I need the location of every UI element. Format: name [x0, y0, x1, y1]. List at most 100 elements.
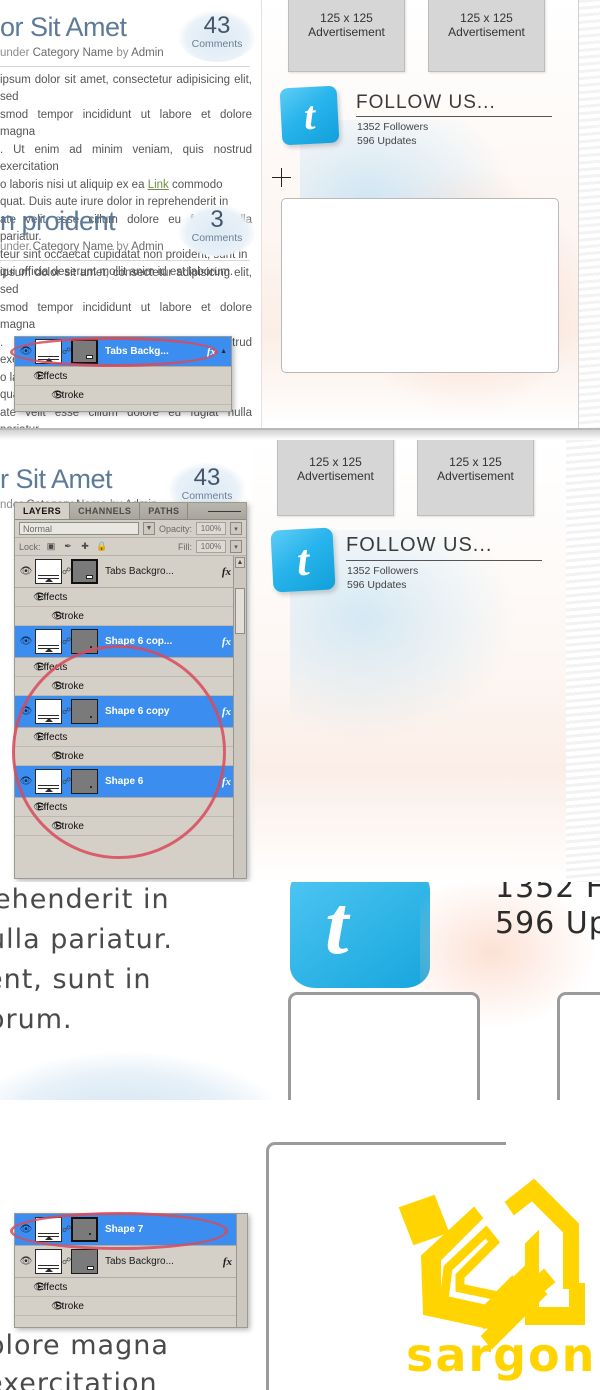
move-lock-icon[interactable]: ✚	[79, 540, 92, 553]
fill-label: Fill:	[178, 541, 192, 552]
post-body-line: ipsum dolor sit amet, consectetur adipis…	[0, 74, 252, 104]
visibility-eye-icon[interactable]: 👁	[15, 732, 46, 743]
comments-badge[interactable]: 43 Comments	[178, 10, 256, 62]
page-right-edge-texture	[578, 0, 600, 428]
layer-effects-row[interactable]: 👁 Effects	[15, 1278, 247, 1297]
visibility-eye-icon[interactable]: 👁	[15, 751, 64, 762]
link-icon[interactable]: ☍	[62, 776, 71, 787]
transparency-lock-icon[interactable]: ▣	[45, 540, 58, 553]
layer-effects-fx-icon[interactable]: fx	[207, 346, 220, 358]
link-icon[interactable]: ☍	[62, 706, 71, 717]
layer-thumbnail	[35, 1249, 62, 1274]
layer-list: 👁 ☍ Tabs Backgro... fx ▲ 👁 Effects 👁 Str…	[15, 556, 246, 863]
layer-row[interactable]: 👁 ☍ Shape 6 fx ▲	[15, 766, 246, 798]
chevron-up-icon[interactable]: ▲	[220, 348, 231, 355]
panel-menu-icon[interactable]	[203, 503, 246, 519]
post-meta-category[interactable]: Category Name	[33, 47, 114, 59]
post-meta-author[interactable]: Admin	[131, 47, 164, 59]
stroke-label: Stroke	[55, 610, 84, 622]
layer-stroke-row[interactable]: 👁 Stroke	[15, 747, 246, 766]
link-icon[interactable]: ☍	[62, 1256, 71, 1267]
fill-stepper-icon[interactable]: ▾	[230, 540, 242, 553]
layer-stroke-row[interactable]: 👁 Stroke	[15, 607, 246, 626]
comments-badge[interactable]: 3 Comments	[178, 204, 256, 256]
ad-slot[interactable]: 125 x 125 Advertisement	[428, 0, 545, 72]
layer-list-scrollbar[interactable]: ▲	[233, 556, 246, 878]
post-meta-category[interactable]: Category Name	[33, 241, 114, 253]
visibility-eye-icon[interactable]: 👁	[15, 611, 64, 622]
visibility-eye-icon[interactable]: 👁	[17, 1256, 35, 1267]
link-icon[interactable]: ☍	[62, 1224, 71, 1235]
visibility-eye-icon[interactable]: 👁	[17, 566, 35, 577]
visibility-eye-icon[interactable]: 👁	[15, 1301, 64, 1312]
visibility-eye-icon[interactable]: 👁	[15, 821, 64, 832]
layer-effects-row[interactable]: 👁 Effects	[15, 658, 246, 677]
link-icon[interactable]: ☍	[62, 566, 71, 577]
layer-effects-row[interactable]: 👁 Effects	[15, 798, 246, 817]
tab-channels[interactable]: CHANNELS	[70, 503, 141, 519]
layer-row[interactable]: 👁 ☍ Shape 6 cop... fx ▲	[15, 626, 246, 658]
layer-row[interactable]: 👁 ☍ Shape 6 copy fx ▲	[15, 696, 246, 728]
ad-caption: Advertisement	[308, 25, 385, 39]
tab-paths[interactable]: PATHS	[140, 503, 189, 519]
post-title: r Sit Amet	[0, 464, 113, 494]
post-meta: under Category Name by Admin	[0, 241, 164, 253]
page-right-edge-rule	[578, 0, 579, 428]
layer-row[interactable]: 👁 ☍ Tabs Backgro... fx ▲	[15, 556, 246, 588]
opacity-stepper-icon[interactable]: ▾	[230, 522, 242, 535]
twitter-icon[interactable]: t	[270, 527, 336, 593]
visibility-eye-icon[interactable]: 👁	[17, 776, 35, 787]
link-icon[interactable]: ☍	[62, 636, 71, 647]
visibility-eye-icon[interactable]: 👁	[15, 802, 46, 813]
link-icon[interactable]: ☍	[62, 346, 71, 357]
layer-thumbnail	[35, 769, 62, 794]
layer-effects-row[interactable]: 👁 Effects	[15, 588, 246, 607]
visibility-eye-icon[interactable]: 👁	[15, 681, 64, 692]
layer-stroke-row[interactable]: 👁 Stroke	[15, 386, 231, 405]
ad-slot[interactable]: 125 x 125 Advertisement	[417, 440, 534, 516]
layer-stroke-row[interactable]: 👁 Stroke	[15, 1297, 247, 1316]
scroll-up-arrow-icon[interactable]: ▲	[235, 557, 245, 568]
layer-effects-fx-icon[interactable]: fx	[223, 1256, 236, 1268]
fill-value[interactable]: 100%	[196, 540, 226, 553]
layer-row[interactable]: 👁 ☍ Tabs Backg... fx ▲	[15, 337, 231, 367]
chevron-down-icon[interactable]: ▼	[142, 522, 155, 535]
visibility-eye-icon[interactable]: 👁	[15, 662, 46, 673]
tab-layers[interactable]: LAYERS	[15, 503, 71, 519]
scrollbar-thumb[interactable]	[235, 588, 245, 634]
visibility-eye-icon[interactable]: 👁	[17, 636, 35, 647]
inline-link[interactable]: Link	[148, 179, 169, 191]
layer-stroke-row[interactable]: 👁 Stroke	[15, 817, 246, 836]
visibility-eye-icon[interactable]: 👁	[15, 592, 46, 603]
follow-us-rule	[346, 560, 542, 561]
layers-palette-bottom[interactable]: 👁 ☍ Shape 7 👁 ☍ Tabs Backgro... fx ▲ 👁 E…	[14, 1213, 248, 1328]
ad-slot[interactable]: 125 x 125 Advertisement	[288, 0, 405, 72]
layer-list-scrollbar[interactable]	[236, 1214, 247, 1327]
visibility-eye-icon[interactable]: 👁	[15, 390, 64, 401]
blend-mode-select[interactable]: Normal	[19, 522, 139, 535]
content-column-rule	[261, 0, 262, 428]
post-divider	[0, 66, 250, 67]
layers-palette-main[interactable]: LAYERS CHANNELS PATHS Normal ▼ Opacity: …	[14, 502, 247, 879]
post-meta-author[interactable]: Admin	[131, 241, 164, 253]
layer-row[interactable]: 👁 ☍ Shape 7	[15, 1214, 247, 1246]
visibility-eye-icon[interactable]: 👁	[15, 371, 46, 382]
comments-count: 43	[203, 12, 231, 39]
all-lock-icon[interactable]: 🔒	[96, 540, 109, 553]
opacity-value[interactable]: 100%	[196, 522, 226, 535]
brush-lock-icon[interactable]: ✒	[62, 540, 75, 553]
visibility-eye-icon[interactable]: 👁	[17, 1224, 35, 1235]
layer-effects-row[interactable]: 👁 Effects	[15, 367, 231, 386]
ad-slot[interactable]: 125 x 125 Advertisement	[277, 440, 394, 516]
stroke-label: Stroke	[55, 1300, 84, 1312]
layer-row[interactable]: 👁 ☍ Tabs Backgro... fx ▲	[15, 1246, 247, 1278]
visibility-eye-icon[interactable]: 👁	[17, 346, 35, 357]
twitter-icon[interactable]: t	[279, 85, 340, 146]
zoomed-body-line: olore magna	[0, 1330, 169, 1361]
post-body-line: . Ut enim ad minim veniam, quis nostrud …	[0, 143, 252, 174]
visibility-eye-icon[interactable]: 👁	[17, 706, 35, 717]
layer-effects-row[interactable]: 👁 Effects	[15, 728, 246, 747]
layers-palette-small[interactable]: 👁 ☍ Tabs Backg... fx ▲ 👁 Effects 👁 Strok…	[14, 336, 232, 412]
layer-stroke-row[interactable]: 👁 Stroke	[15, 677, 246, 696]
visibility-eye-icon[interactable]: 👁	[15, 1282, 46, 1293]
